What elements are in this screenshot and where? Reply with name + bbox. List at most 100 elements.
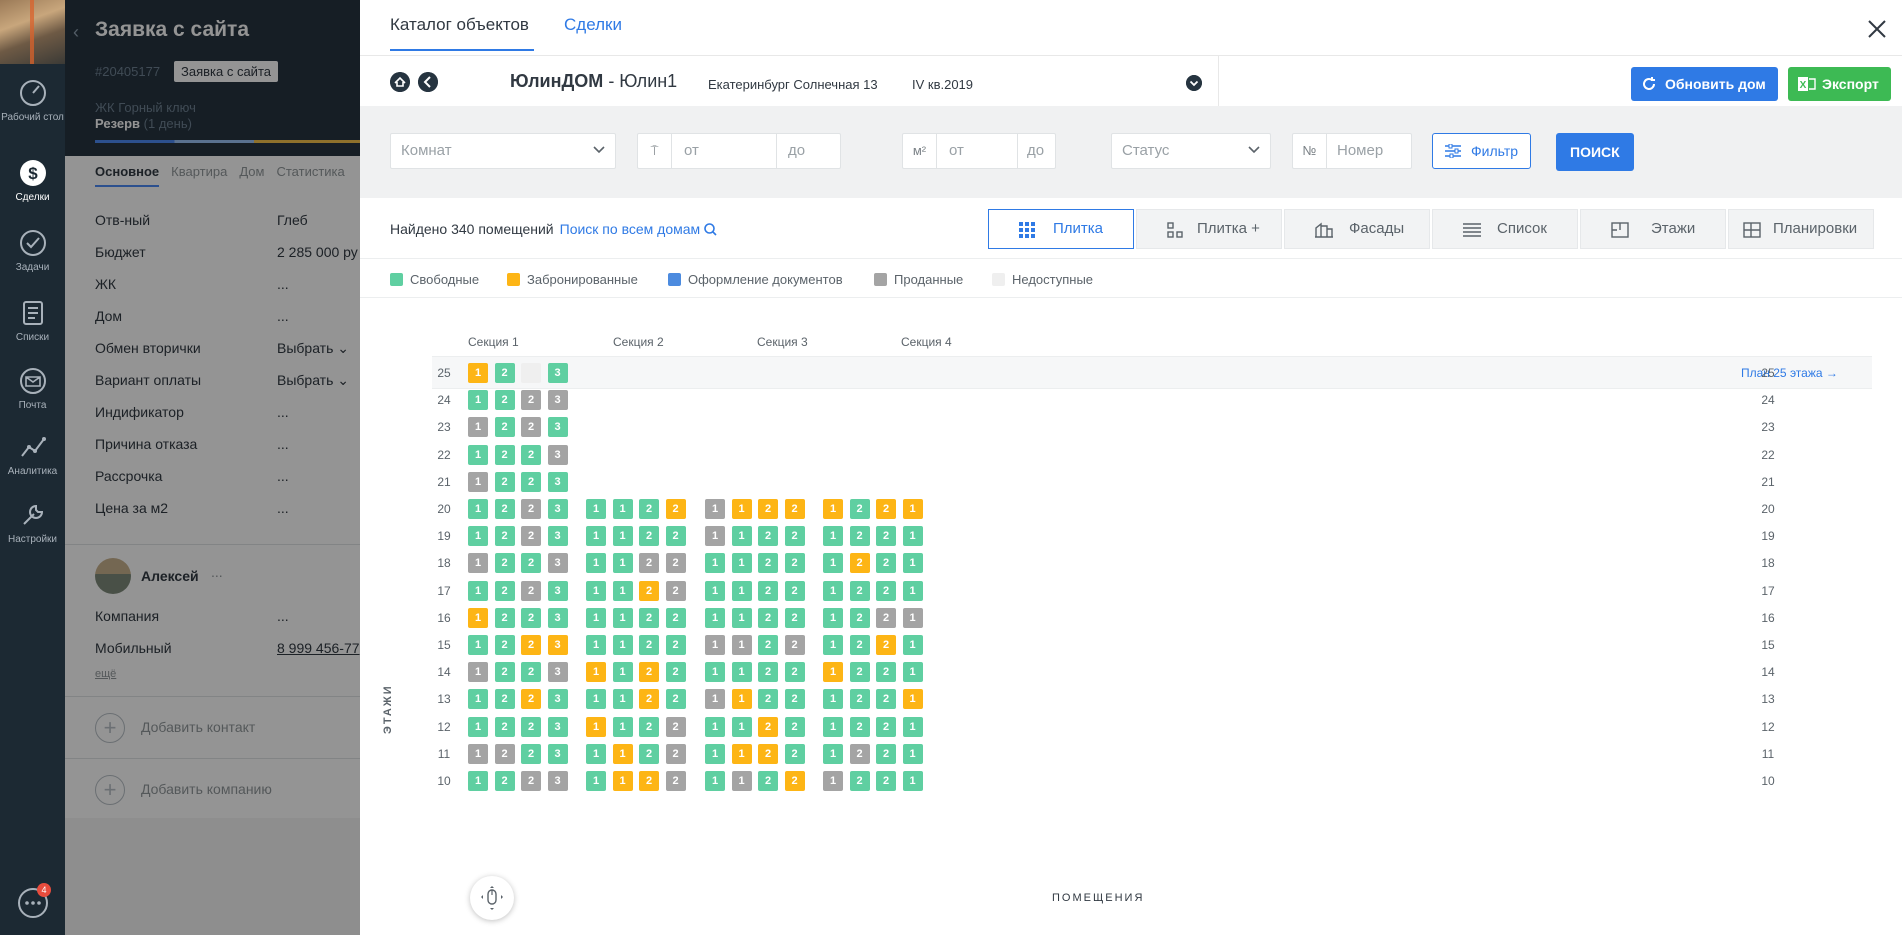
unit-cell[interactable]: 2 xyxy=(849,689,870,710)
unit-cell[interactable]: 2 xyxy=(849,743,870,764)
unit-cell[interactable]: 3 xyxy=(547,689,568,710)
unit-cell[interactable]: 2 xyxy=(521,689,541,710)
unit-cell[interactable]: 3 xyxy=(547,580,568,601)
unit-cell[interactable]: 1 xyxy=(612,689,633,710)
unit-cell[interactable]: 1 xyxy=(902,771,923,791)
unit-cell[interactable]: 1 xyxy=(705,716,725,737)
unit-cell[interactable]: 1 xyxy=(468,635,488,655)
unit-cell[interactable]: 2 xyxy=(758,580,778,601)
area-to-input[interactable]: до xyxy=(1027,134,1044,168)
unit-cell[interactable]: 2 xyxy=(876,743,896,764)
unit-cell[interactable]: 1 xyxy=(705,607,725,628)
unit-cell[interactable]: 1 xyxy=(705,743,725,764)
unit-cell[interactable]: 1 xyxy=(902,580,923,601)
floor-from-input[interactable]: от xyxy=(684,134,699,168)
unit-cell[interactable]: 2 xyxy=(521,526,541,547)
back-icon[interactable] xyxy=(418,72,438,92)
unit-cell[interactable]: 1 xyxy=(586,689,606,710)
unit-cell[interactable]: 1 xyxy=(902,526,923,547)
unit-cell[interactable]: 2 xyxy=(521,471,541,492)
unit-cell[interactable]: 1 xyxy=(823,553,843,574)
unit-cell[interactable]: 2 xyxy=(521,635,541,655)
unit-cell[interactable]: 2 xyxy=(521,390,541,411)
unit-cell[interactable]: 1 xyxy=(902,689,923,710)
unit-cell[interactable]: 2 xyxy=(521,499,541,519)
highlighted-floor-row[interactable] xyxy=(432,356,1872,389)
unit-cell[interactable]: 2 xyxy=(639,553,659,574)
unit-cell[interactable]: 2 xyxy=(494,635,515,655)
search-button[interactable]: ПОИСК xyxy=(1556,133,1634,171)
unit-cell[interactable]: 1 xyxy=(902,662,923,683)
unit-cell[interactable]: 2 xyxy=(784,607,805,628)
unit-cell[interactable]: 2 xyxy=(639,607,659,628)
unit-cell[interactable]: 1 xyxy=(586,662,606,683)
tab-deals[interactable]: Сделки xyxy=(564,15,622,35)
unit-cell[interactable]: 1 xyxy=(731,689,752,710)
unit-cell[interactable]: 2 xyxy=(494,662,515,683)
unit-cell[interactable]: 1 xyxy=(468,390,488,411)
unit-cell[interactable]: 2 xyxy=(758,716,778,737)
unit-cell[interactable]: 2 xyxy=(521,743,541,764)
export-button[interactable]: X Экспорт xyxy=(1788,67,1891,101)
unit-cell[interactable]: 2 xyxy=(639,771,659,791)
unit-cell[interactable]: 1 xyxy=(902,553,923,574)
unit-cell[interactable]: 2 xyxy=(758,743,778,764)
legend-item[interactable]: Оформление документов xyxy=(668,272,843,287)
status-select[interactable]: Статус xyxy=(1111,133,1271,169)
unit-cell[interactable]: 1 xyxy=(468,471,488,492)
unit-cell[interactable]: 1 xyxy=(823,662,843,683)
unit-cell[interactable]: 3 xyxy=(547,553,568,574)
unit-cell[interactable]: 1 xyxy=(468,499,488,519)
unit-cell[interactable]: 2 xyxy=(665,689,686,710)
unit-cell[interactable]: 1 xyxy=(731,771,752,791)
unit-cell[interactable]: 2 xyxy=(494,689,515,710)
unit-cell[interactable]: 2 xyxy=(876,580,896,601)
unit-cell[interactable]: 2 xyxy=(494,444,515,465)
unit-cell[interactable]: 2 xyxy=(876,662,896,683)
unit-cell[interactable]: 2 xyxy=(758,662,778,683)
legend-item[interactable]: Свободные xyxy=(390,272,479,287)
view-list[interactable]: Список xyxy=(1432,209,1578,249)
unit-cell[interactable]: 3 xyxy=(547,607,568,628)
unit-cell[interactable]: 2 xyxy=(494,580,515,601)
search-all-houses-link[interactable]: Поиск по всем домам xyxy=(560,221,717,237)
unit-cell[interactable]: 1 xyxy=(731,635,752,655)
unit-cell[interactable]: 1 xyxy=(731,499,752,519)
unit-cell[interactable]: 2 xyxy=(876,689,896,710)
unit-cell[interactable]: 1 xyxy=(586,743,606,764)
unit-cell[interactable]: 1 xyxy=(823,607,843,628)
unit-cell[interactable]: 1 xyxy=(586,499,606,519)
chat-button[interactable]: 4 xyxy=(16,883,51,920)
unit-cell[interactable]: 1 xyxy=(705,635,725,655)
unit-cell[interactable]: 2 xyxy=(784,716,805,737)
unit-cell[interactable]: 2 xyxy=(849,635,870,655)
sidebar-item-mail[interactable]: Почта xyxy=(0,366,65,412)
unit-cell[interactable]: 2 xyxy=(849,607,870,628)
unit-cell[interactable]: 1 xyxy=(468,526,488,547)
legend-item[interactable]: Недоступные xyxy=(992,272,1093,287)
unit-cell[interactable]: 2 xyxy=(849,526,870,547)
unit-cell[interactable]: 1 xyxy=(612,499,633,519)
unit-cell[interactable]: 1 xyxy=(705,689,725,710)
unit-cell[interactable]: 1 xyxy=(902,716,923,737)
unit-cell[interactable]: 3 xyxy=(547,716,568,737)
close-icon[interactable] xyxy=(1866,18,1888,40)
unit-cell[interactable]: 1 xyxy=(705,526,725,547)
sidebar-item-tasks[interactable]: Задачи xyxy=(0,228,65,274)
unit-cell[interactable]: 2 xyxy=(665,662,686,683)
unit-cell[interactable]: 2 xyxy=(639,499,659,519)
chevron-down-icon[interactable] xyxy=(1186,75,1202,91)
unit-cell[interactable]: 2 xyxy=(494,526,515,547)
view-tiles[interactable]: Плитка xyxy=(988,209,1134,249)
unit-cell[interactable]: 3 xyxy=(547,743,568,764)
unit-cell[interactable]: 1 xyxy=(705,771,725,791)
unit-cell[interactable]: 2 xyxy=(494,607,515,628)
unit-cell[interactable]: 1 xyxy=(612,553,633,574)
unit-cell[interactable]: 1 xyxy=(705,662,725,683)
unit-cell[interactable]: 2 xyxy=(639,743,659,764)
unit-cell[interactable]: 2 xyxy=(784,526,805,547)
unit-cell[interactable]: 2 xyxy=(876,526,896,547)
unit-cell[interactable]: 1 xyxy=(612,607,633,628)
sidebar-item-dashboard[interactable]: Рабочий стол xyxy=(0,78,65,124)
unit-cell[interactable]: 2 xyxy=(639,716,659,737)
